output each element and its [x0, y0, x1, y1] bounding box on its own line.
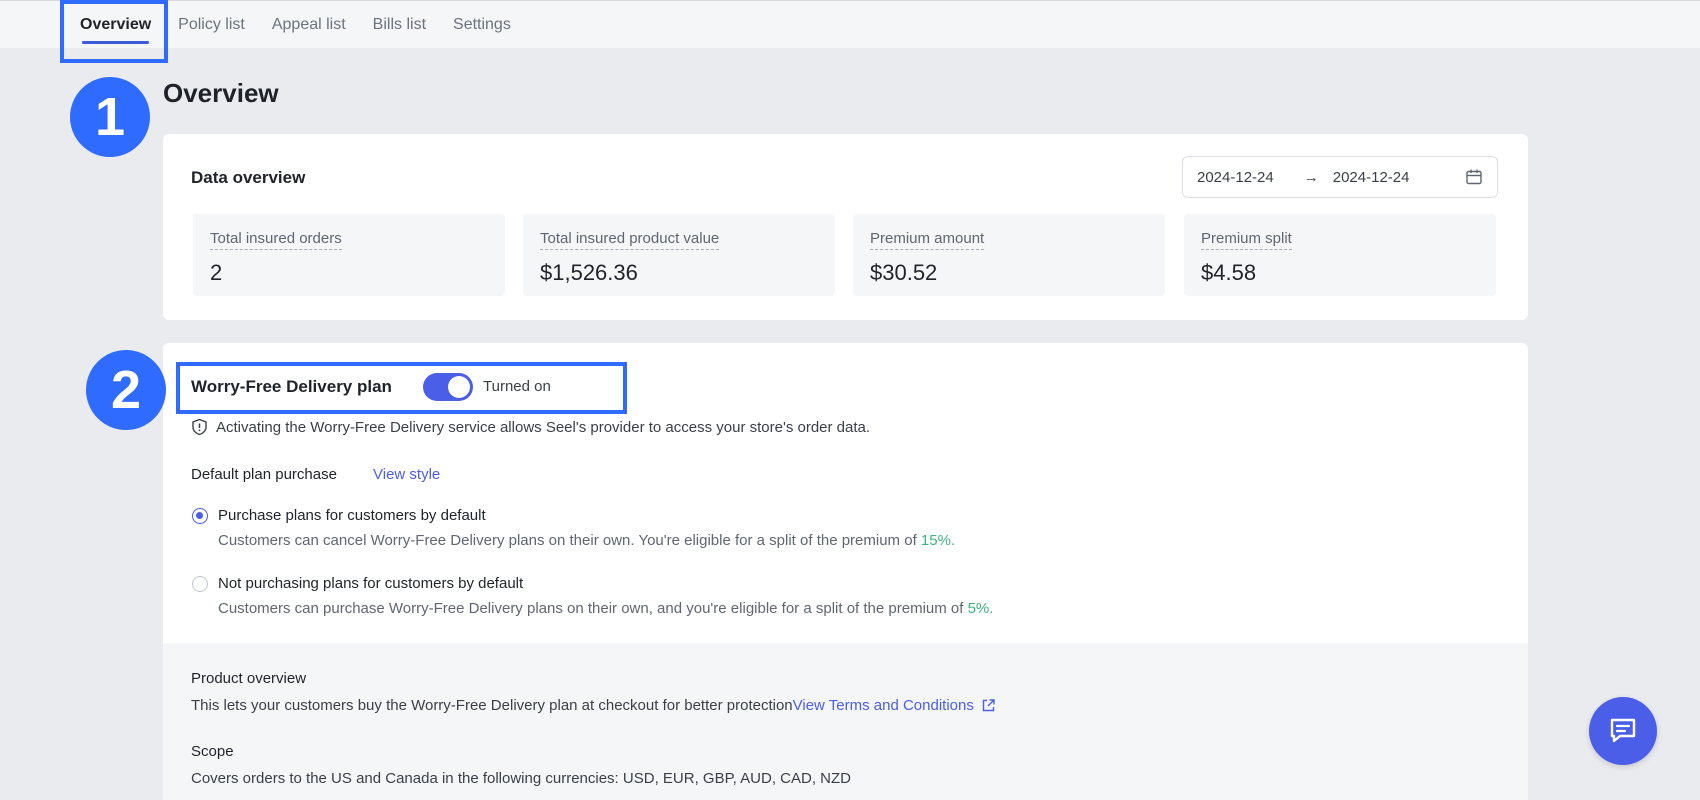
highlight-box-overview-tab — [60, 0, 168, 63]
date-start: 2024-12-24 — [1197, 168, 1274, 186]
external-link-icon[interactable] — [981, 698, 996, 713]
tab-appeal-list-label: Appeal list — [271, 15, 346, 33]
tab-settings[interactable]: Settings — [453, 1, 511, 48]
option-desc-text: Customers can cancel Worry-Free Delivery… — [218, 532, 917, 549]
option-title: Purchase plans for customers by default — [218, 507, 486, 524]
product-overview-desc: This lets your customers buy the Worry-F… — [191, 697, 793, 714]
tab-settings-label: Settings — [453, 15, 511, 33]
chat-icon — [1610, 718, 1636, 743]
tab-bills-list[interactable]: Bills list — [373, 1, 426, 48]
stat-label: Total insured orders — [210, 230, 342, 250]
step-badge-2: 2 — [86, 350, 166, 430]
date-range-picker[interactable]: 2024-12-24 → 2024-12-24 — [1182, 156, 1498, 198]
tab-bills-list-label: Bills list — [372, 15, 427, 33]
date-end: 2024-12-24 — [1332, 168, 1410, 186]
view-style-link[interactable]: View style — [373, 466, 440, 483]
page-title: Overview — [163, 78, 279, 108]
option-split-percent: 15%. — [920, 532, 956, 549]
app-frame: Overview Policy list Appeal list Bills l… — [0, 0, 1700, 800]
stat-value: $4.58 — [1201, 260, 1257, 285]
option-title: Not purchasing plans for customers by de… — [218, 575, 524, 592]
radio-purchase-by-default[interactable] — [192, 508, 208, 524]
stat-total-insured-product-value: Total insured product value $1,526.36 — [523, 214, 835, 296]
stat-value: $1,526.36 — [540, 260, 638, 285]
stat-total-insured-orders: Total insured orders 2 — [193, 214, 505, 296]
tab-policy-list-label: Policy list — [178, 15, 245, 33]
terms-link[interactable]: View Terms and Conditions — [793, 697, 974, 714]
calendar-icon[interactable] — [1465, 168, 1483, 186]
option-description: Customers can cancel Worry-Free Delivery… — [218, 532, 955, 549]
notice-text: Activating the Worry-Free Delivery servi… — [216, 418, 871, 436]
data-overview-title: Data overview — [191, 168, 306, 187]
scope-heading: Scope — [191, 743, 234, 760]
date-arrow: → — [1303, 168, 1319, 186]
stat-label: Premium amount — [870, 230, 985, 250]
tab-policy-list[interactable]: Policy list — [178, 1, 245, 48]
shield-icon — [192, 418, 207, 436]
radio-not-purchasing-by-default[interactable] — [192, 576, 208, 592]
option-description: Customers can purchase Worry-Free Delive… — [218, 600, 993, 617]
stat-premium-split: Premium split $4.58 — [1184, 214, 1496, 296]
scope-text: Covers orders to the US and Canada in th… — [191, 770, 851, 787]
chat-button[interactable] — [1589, 697, 1657, 765]
top-nav-bar: Overview Policy list Appeal list Bills l… — [0, 0, 1700, 48]
stat-label: Premium split — [1201, 230, 1292, 250]
stat-label: Total insured product value — [540, 230, 720, 250]
highlight-box-plan-toggle — [176, 362, 627, 414]
product-overview-heading: Product overview — [191, 670, 307, 687]
default-plan-label: Default plan purchase — [191, 466, 337, 483]
stat-value: $30.52 — [870, 260, 938, 285]
data-access-notice: Activating the Worry-Free Delivery servi… — [191, 418, 870, 436]
option-split-percent: 5%. — [967, 600, 994, 617]
stat-premium-amount: Premium amount $30.52 — [853, 214, 1165, 296]
product-overview-text: This lets your customers buy the Worry-F… — [191, 697, 996, 714]
tab-appeal-list[interactable]: Appeal list — [272, 1, 346, 48]
option-desc-text: Customers can purchase Worry-Free Delive… — [218, 600, 964, 617]
step-badge-1: 1 — [70, 77, 150, 157]
stat-value: 2 — [210, 260, 223, 285]
